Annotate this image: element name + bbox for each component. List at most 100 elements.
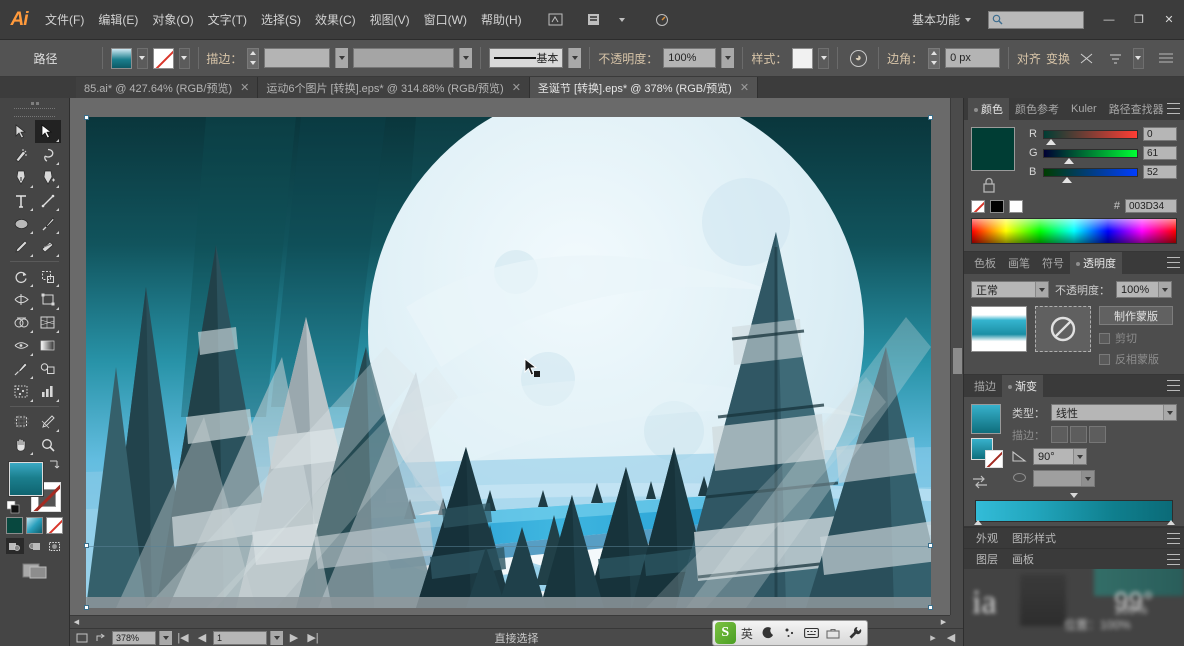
mesh-tool[interactable] — [8, 334, 35, 357]
ellipse-tool[interactable] — [8, 212, 35, 235]
artboard[interactable] — [86, 117, 931, 608]
close-icon[interactable]: ✕ — [512, 81, 521, 94]
close-icon[interactable]: ✕ — [240, 81, 249, 94]
tab-artboards[interactable]: 画板 — [1005, 551, 1041, 567]
minimize-button[interactable]: — — [1094, 8, 1124, 32]
draw-normal-icon[interactable] — [5, 538, 24, 554]
lasso-tool[interactable] — [35, 143, 62, 166]
panel-menu-icon[interactable] — [1167, 554, 1180, 565]
perspective-grid-tool[interactable] — [35, 311, 62, 334]
line-segment-tool[interactable] — [35, 189, 62, 212]
align-label[interactable]: 对齐 — [1017, 50, 1041, 67]
blend-tool[interactable] — [35, 357, 62, 380]
restore-button[interactable]: ❐ — [1124, 8, 1154, 32]
eyedropper-tool[interactable] — [8, 357, 35, 380]
swatch-none[interactable] — [971, 199, 985, 213]
menu-object[interactable]: 对象(O) — [145, 8, 200, 31]
document-tab-1[interactable]: 85.ai* @ 427.64% (RGB/预览) ✕ — [76, 77, 259, 98]
tab-gradient[interactable]: 渐变 — [1002, 374, 1043, 398]
make-mask-button[interactable]: 制作蒙版 — [1099, 306, 1173, 325]
zoom-dropdown-icon[interactable] — [159, 630, 172, 645]
swap-fill-stroke-icon[interactable] — [47, 459, 61, 473]
transparency-opacity-field[interactable]: 100% — [1116, 281, 1172, 298]
artboard-number-field[interactable]: 1 — [213, 630, 267, 645]
style-dropdown-icon[interactable] — [818, 47, 830, 69]
menu-type[interactable]: 文字(T) — [201, 8, 254, 31]
canvas-area[interactable] — [70, 98, 950, 615]
tools-panel-grip[interactable] — [0, 98, 69, 108]
fill-swatch[interactable] — [110, 47, 132, 69]
corner-stepper[interactable] — [928, 47, 941, 69]
scroll-left-icon[interactable]: ◀ — [70, 616, 83, 629]
default-fill-stroke-icon[interactable] — [6, 500, 21, 515]
control-bar-menu-icon[interactable] — [1154, 47, 1178, 69]
vertical-scroll-thumb[interactable] — [953, 348, 962, 374]
wrench-icon[interactable] — [844, 622, 865, 644]
object-thumbnail[interactable] — [971, 306, 1027, 352]
rotate-tool[interactable] — [8, 265, 35, 288]
hex-field[interactable]: 003D34 — [1125, 199, 1177, 213]
tab-color[interactable]: 颜色 — [968, 97, 1009, 121]
clip-checkbox[interactable] — [1099, 332, 1110, 344]
workspace-switcher[interactable]: 基本功能 — [905, 8, 978, 31]
tab-swatches[interactable]: 色板 — [968, 252, 1002, 275]
slider-track-b[interactable] — [1043, 167, 1138, 183]
keyboard-icon[interactable] — [801, 622, 822, 644]
channel-value-r[interactable]: 0 — [1143, 127, 1177, 141]
gradient-ramp[interactable] — [975, 500, 1173, 522]
document-tab-2[interactable]: 运动6个图片 [转换].eps* @ 314.88% (RGB/预览) ✕ — [258, 77, 530, 98]
transform-label[interactable]: 变换 — [1046, 50, 1070, 67]
gradient-mode-button[interactable] — [26, 517, 43, 534]
prev-artboard-icon[interactable]: ◀ — [194, 631, 210, 645]
color-spectrum-bar[interactable] — [971, 218, 1177, 244]
sogou-logo-icon[interactable]: S — [715, 622, 736, 644]
close-icon[interactable]: ✕ — [740, 81, 749, 94]
tab-graphic-styles[interactable]: 图形样式 — [1005, 530, 1063, 546]
select-similar-icon[interactable] — [1104, 47, 1128, 69]
stroke-variable-dropdown-icon[interactable] — [459, 48, 473, 68]
stroke-swatch[interactable] — [152, 47, 174, 69]
pencil-tool[interactable] — [8, 235, 35, 258]
tab-transparency[interactable]: 透明度 — [1070, 251, 1122, 275]
hand-tool[interactable] — [8, 433, 35, 456]
status-menu-icon[interactable]: ▸ — [925, 631, 941, 645]
menu-file[interactable]: 文件(F) — [38, 8, 91, 31]
active-color-swatch[interactable] — [971, 127, 1015, 171]
gradient-thumbnail[interactable] — [971, 404, 1001, 434]
menu-help[interactable]: 帮助(H) — [474, 8, 529, 31]
corner-field[interactable]: 0 px — [945, 48, 1001, 68]
bridge-icon[interactable] — [543, 9, 569, 31]
paintbrush-tool[interactable] — [35, 212, 62, 235]
gradient-stroke-along-button[interactable] — [1070, 426, 1087, 443]
arrange-documents-icon[interactable] — [583, 9, 609, 31]
gradient-stroke-within-button[interactable] — [1051, 426, 1068, 443]
zoom-level-field[interactable]: 378% — [112, 630, 156, 645]
first-artboard-icon[interactable]: |◀ — [175, 631, 191, 645]
toolbox-icon[interactable] — [823, 622, 844, 644]
tab-color-guide[interactable]: 颜色参考 — [1009, 98, 1065, 121]
last-artboard-icon[interactable]: ▶| — [305, 631, 321, 645]
document-tab-3[interactable]: 圣诞节 [转换].eps* @ 378% (RGB/预览) ✕ — [529, 77, 759, 98]
fit-artboard-icon[interactable] — [74, 631, 90, 645]
opacity-field[interactable]: 100% — [663, 48, 717, 68]
channel-value-b[interactable]: 52 — [1143, 165, 1177, 179]
tab-appearance[interactable]: 外观 — [969, 530, 1005, 546]
stroke-profile-dropdown-icon[interactable] — [568, 48, 582, 68]
share-icon[interactable] — [93, 631, 109, 645]
tab-brushes[interactable]: 画笔 — [1002, 252, 1036, 275]
slider-track-r[interactable] — [1043, 129, 1138, 145]
select-similar-dropdown-icon[interactable] — [1132, 47, 1144, 69]
symbol-sprayer-tool[interactable] — [8, 380, 35, 403]
scale-tool[interactable] — [35, 265, 62, 288]
screen-mode-icon[interactable] — [22, 560, 48, 583]
invert-checkbox-row[interactable]: 反相蒙版 — [1099, 351, 1177, 367]
panel-menu-icon[interactable] — [1167, 533, 1180, 544]
fill-color-indicator[interactable] — [7, 461, 44, 497]
reverse-gradient-icon[interactable] — [971, 474, 991, 492]
fill-dropdown-icon[interactable] — [136, 47, 148, 69]
close-button[interactable]: ✕ — [1154, 8, 1184, 32]
gradient-angle-field[interactable]: 90° — [1033, 448, 1087, 465]
lock-icon[interactable] — [981, 177, 999, 195]
moon-icon[interactable] — [758, 622, 779, 644]
menu-edit[interactable]: 编辑(E) — [91, 8, 145, 31]
